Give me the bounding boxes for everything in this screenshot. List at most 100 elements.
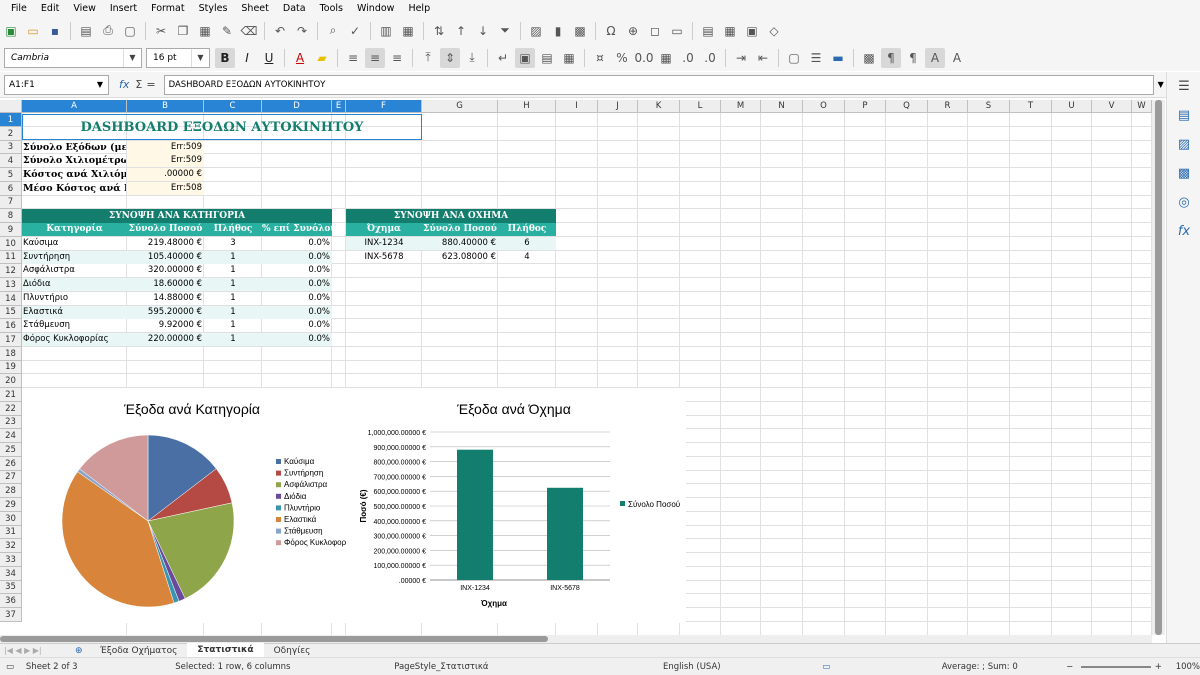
menu-tools[interactable]: Tools	[313, 3, 350, 14]
menu-format[interactable]: Format	[144, 3, 191, 14]
row-header-36[interactable]: 36	[0, 594, 22, 608]
paste-icon[interactable]: ▦	[195, 21, 215, 41]
category-table-cell[interactable]: Συντήρηση	[22, 251, 127, 264]
column-header-e[interactable]: E	[332, 100, 346, 113]
redo-icon[interactable]: ↷	[292, 21, 312, 41]
row-header-29[interactable]: 29	[0, 498, 22, 512]
row-header-10[interactable]: 10	[0, 237, 22, 251]
clear-format-icon[interactable]: ⌫	[239, 21, 259, 41]
font-name-combo[interactable]: Cambria ▼	[4, 47, 142, 68]
category-table-cell[interactable]: 0.0%	[262, 333, 332, 346]
menu-insert[interactable]: Insert	[103, 3, 144, 14]
column-header-d[interactable]: D	[262, 100, 332, 113]
menu-data[interactable]: Data	[276, 3, 313, 14]
category-table-cell[interactable]: Φόρος Κυκλοφορίας	[22, 333, 127, 346]
formula-icon[interactable]: =	[146, 78, 155, 91]
align-top-icon[interactable]: ⤒	[418, 48, 438, 68]
row-header-18[interactable]: 18	[0, 347, 22, 361]
row-header-16[interactable]: 16	[0, 319, 22, 333]
zoom-slider[interactable]	[1081, 665, 1151, 668]
special-character-icon[interactable]: Ω	[601, 21, 621, 41]
column-header-p[interactable]: P	[845, 100, 886, 113]
category-table-cell[interactable]: 1	[204, 292, 262, 305]
gallery-icon[interactable]: ▩	[1167, 159, 1200, 188]
highlight-color-icon[interactable]: ▰	[312, 48, 332, 68]
category-table-cell[interactable]: Πλυντήριο	[22, 292, 127, 305]
tab-expenses[interactable]: Έξοδα Οχήματος	[90, 644, 187, 658]
category-table-cell[interactable]: 1	[204, 278, 262, 291]
decrease-indent-icon[interactable]: ⇤	[753, 48, 773, 68]
spreadsheet-grid[interactable]: A B C D E F G H I J K L M N O P Q R S T U V W 1 2 3 4 5 6 7 8 9 10 11 12 13…	[0, 100, 1152, 635]
category-table-cell[interactable]: 1	[204, 306, 262, 319]
menu-window[interactable]: Window	[350, 3, 401, 14]
column-header-n[interactable]: N	[761, 100, 803, 113]
menu-help[interactable]: Help	[401, 3, 437, 14]
column-header-b[interactable]: B	[127, 100, 204, 113]
category-table-cell[interactable]: Ασφάλιστρα	[22, 264, 127, 277]
row-icon[interactable]: ▥	[376, 21, 396, 41]
column-header-r[interactable]: R	[928, 100, 968, 113]
column-header-i[interactable]: I	[556, 100, 598, 113]
print-preview-icon[interactable]: ▢	[120, 21, 140, 41]
row-header-2[interactable]: 2	[0, 127, 22, 141]
name-box[interactable]: A1:F1 ▼	[4, 74, 109, 95]
category-table-cell[interactable]: 0.0%	[262, 264, 332, 277]
row-header-13[interactable]: 13	[0, 278, 22, 292]
wrap-text-icon[interactable]: ↵	[493, 48, 513, 68]
currency-icon[interactable]: ¤	[590, 48, 610, 68]
menu-edit[interactable]: Edit	[34, 3, 66, 14]
row-header-8[interactable]: 8	[0, 209, 22, 223]
category-table-cell[interactable]: 0.0%	[262, 319, 332, 332]
row-header-35[interactable]: 35	[0, 581, 22, 594]
row-header-19[interactable]: 19	[0, 361, 22, 374]
navigator-icon[interactable]: ◎	[1167, 188, 1200, 217]
row-header-22[interactable]: 22	[0, 402, 22, 416]
sort-ascending-icon[interactable]: ↑	[451, 21, 471, 41]
sheet-title[interactable]: DASHBOARD ΕΞΟΔΩΝ ΑΥΤΟΚΙΝΗΤΟΥ	[22, 114, 422, 140]
pie-chart[interactable]: Έξοδα ανά Κατηγορία Καύσιμα Συντήρηση Ασφάλ…	[22, 388, 348, 623]
show-draw-functions-icon[interactable]: ◇	[764, 21, 784, 41]
date-format-icon[interactable]: ▦	[656, 48, 676, 68]
vehicle-table-cell[interactable]: INX-5678	[346, 251, 422, 264]
column-header-c[interactable]: C	[204, 100, 262, 113]
clone-format-icon[interactable]: ✎	[217, 21, 237, 41]
column-header-q[interactable]: Q	[886, 100, 928, 113]
category-table-cell[interactable]: 219.48000 €	[127, 237, 204, 250]
chevron-down-icon[interactable]: ▼	[191, 48, 209, 67]
borders-icon[interactable]: ▢	[784, 48, 804, 68]
header-footer-icon[interactable]: ▭	[667, 21, 687, 41]
align-left-icon[interactable]: ≡	[343, 48, 363, 68]
vehicle-table-cell[interactable]: INX-1234	[346, 237, 422, 250]
autofilter-icon[interactable]: ⏷	[495, 21, 515, 41]
align-middle-icon[interactable]: ⇕	[440, 47, 460, 68]
italic-icon[interactable]: I	[237, 48, 257, 68]
add-decimal-icon[interactable]: .0	[678, 48, 698, 68]
row-header-23[interactable]: 23	[0, 416, 22, 429]
comment-icon[interactable]: ◻	[645, 21, 665, 41]
find-replace-icon[interactable]: ⌕	[323, 21, 343, 41]
summary-label[interactable]: Κόστος ανά Χιλιόμετ	[23, 168, 126, 181]
category-table-cell[interactable]: 105.40000 €	[127, 251, 204, 264]
menu-sheet[interactable]: Sheet	[234, 3, 275, 14]
chevron-down-icon[interactable]: ▼	[123, 48, 141, 67]
column-header-w[interactable]: W	[1132, 100, 1152, 113]
menu-view[interactable]: View	[66, 3, 103, 14]
category-table-cell[interactable]: 0.0%	[262, 251, 332, 264]
column-header-g[interactable]: G	[422, 100, 498, 113]
summary-value[interactable]: Err:509	[127, 141, 204, 154]
align-right-icon[interactable]: ≡	[387, 48, 407, 68]
export-pdf-icon[interactable]: ▤	[76, 21, 96, 41]
category-table-cell[interactable]: 1	[204, 264, 262, 277]
delete-decimal-icon[interactable]: .0	[700, 48, 720, 68]
select-all-corner[interactable]	[0, 100, 22, 113]
horizontal-scrollbar[interactable]	[0, 635, 1152, 643]
font-color-icon[interactable]: A	[290, 48, 310, 68]
row-header-11[interactable]: 11	[0, 251, 22, 264]
zoom-in-icon[interactable]: +	[1155, 662, 1170, 672]
column-header-s[interactable]: S	[968, 100, 1010, 113]
row-header-4[interactable]: 4	[0, 154, 22, 168]
increase-indent-icon[interactable]: ⇥	[731, 48, 751, 68]
category-table-cell[interactable]: 595.20000 €	[127, 306, 204, 319]
sum-icon[interactable]: Σ	[135, 78, 142, 91]
row-header-15[interactable]: 15	[0, 306, 22, 319]
